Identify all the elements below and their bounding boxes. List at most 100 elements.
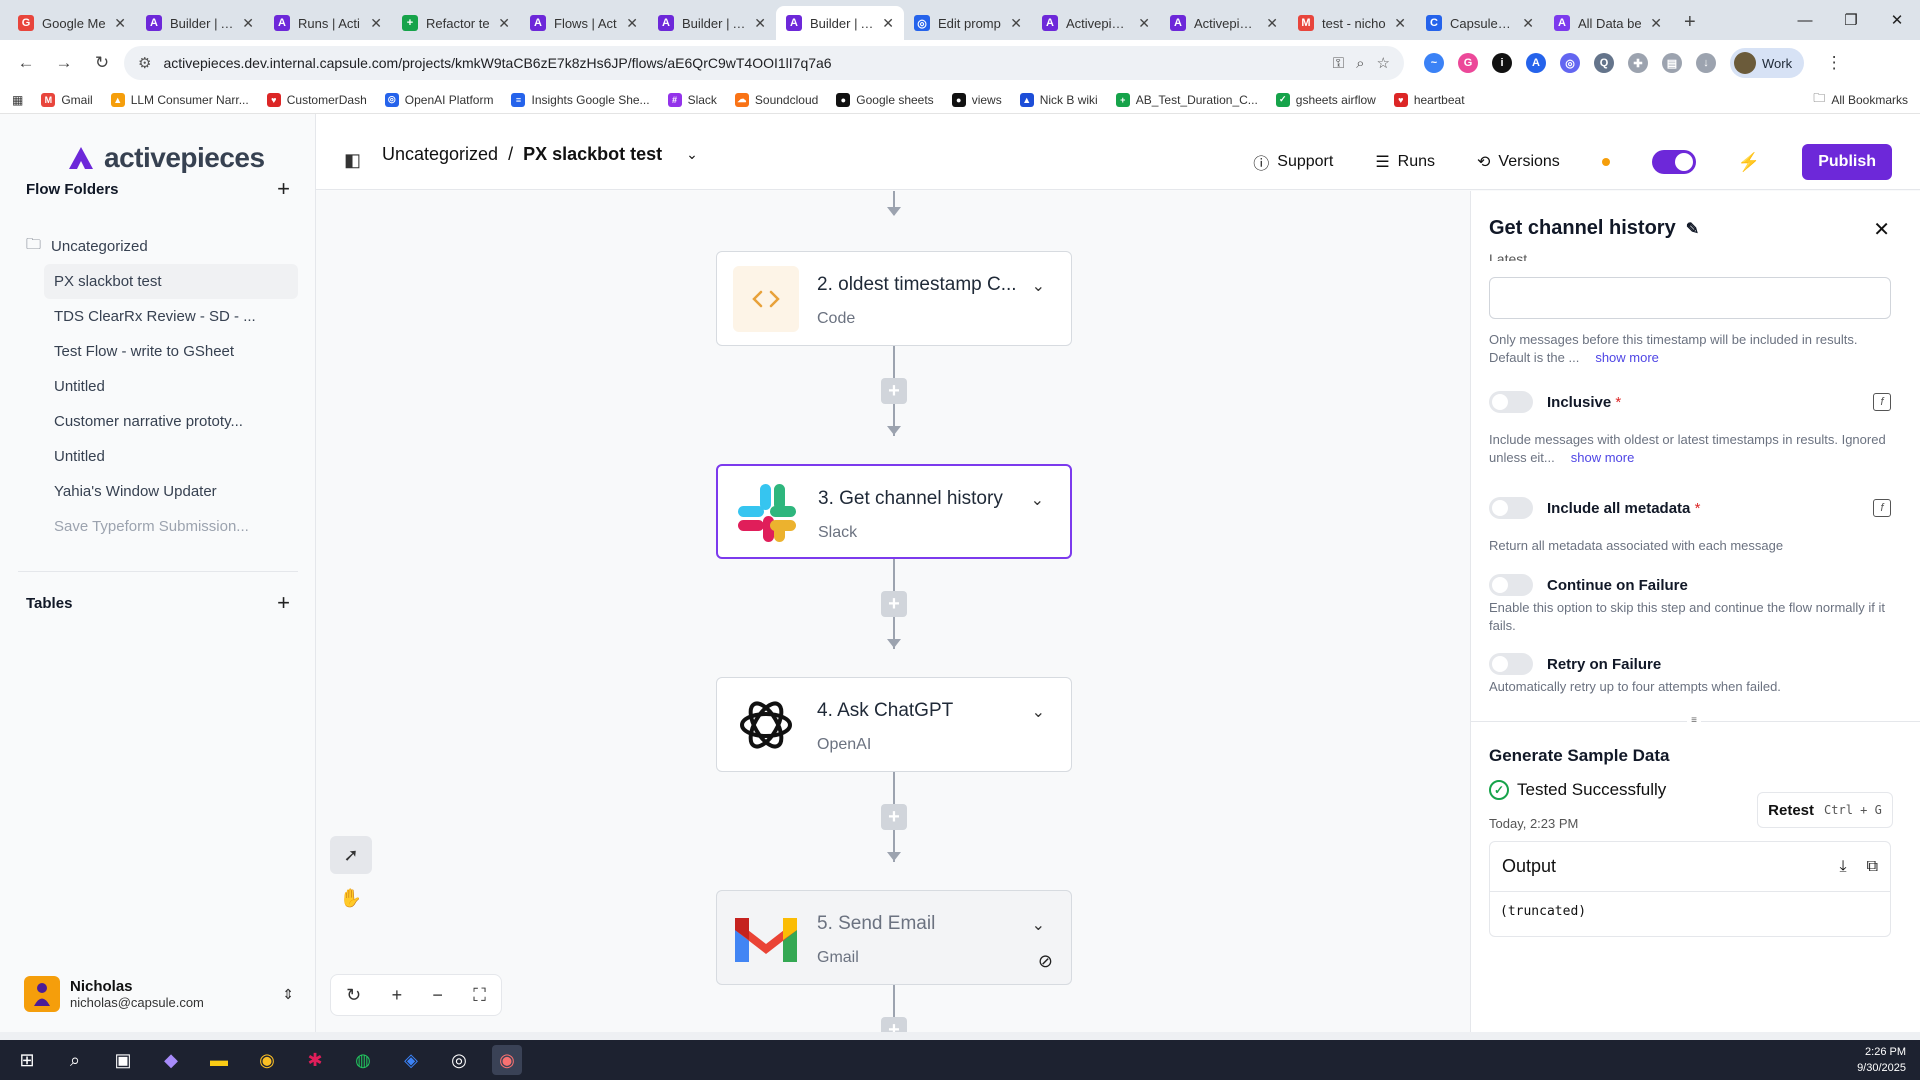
browser-tab[interactable]: A Builder | Ac ✕	[648, 6, 776, 40]
flow-step-slack[interactable]: 3. Get channel history Slack ⌄	[716, 464, 1072, 559]
close-window-icon[interactable]: ✕	[1874, 0, 1920, 40]
windows-start-icon[interactable]: ⊞	[12, 1045, 42, 1075]
sidebar-toggle-icon[interactable]: ◧	[344, 150, 361, 171]
flow-step-openai[interactable]: 4. Ask ChatGPT OpenAI ⌄	[716, 677, 1072, 772]
resize-grip-icon[interactable]: ≡	[1687, 716, 1701, 726]
sidebar-flow-item[interactable]: Customer narrative prototy...	[44, 404, 298, 439]
file-explorer-icon[interactable]: ▬	[204, 1045, 234, 1075]
flow-step-code[interactable]: 2. oldest timestamp C... Code ⌄	[716, 251, 1072, 346]
edit-pencil-icon[interactable]: ✎	[1686, 219, 1699, 239]
tab-close-icon[interactable]: ✕	[1394, 15, 1406, 32]
sidebar-flow-item[interactable]: Test Flow - write to GSheet	[44, 334, 298, 369]
flow-enabled-toggle[interactable]	[1651, 150, 1696, 174]
latest-input[interactable]	[1489, 277, 1891, 319]
fit-view-icon[interactable]: ⛶	[473, 985, 486, 1006]
forward-icon[interactable]: →	[48, 47, 80, 79]
system-clock[interactable]: 2:26 PM 9/30/2025	[1857, 1044, 1906, 1076]
bookmark-item[interactable]: M Gmail	[41, 92, 93, 107]
tab-close-icon[interactable]: ✕	[1650, 15, 1662, 32]
back-icon[interactable]: ←	[10, 47, 42, 79]
bookmark-item[interactable]: ♥ CustomerDash	[266, 92, 367, 107]
user-menu[interactable]: Nicholas nicholas@capsule.com ⇕	[24, 976, 294, 1012]
tab-close-icon[interactable]: ✕	[114, 15, 126, 32]
hand-tool-icon[interactable]: ✋	[330, 879, 372, 917]
bookmark-item[interactable]: ≡ Insights Google She...	[511, 92, 650, 107]
bookmark-item[interactable]: ✓ gsheets airflow	[1275, 92, 1376, 107]
breadcrumb-folder[interactable]: Uncategorized	[382, 144, 498, 165]
lightning-icon[interactable]: ⚡	[1738, 152, 1760, 173]
flow-canvas[interactable]: + + + + 2. oldest timestamp C... Code ⌄	[316, 191, 1470, 1032]
tab-close-icon[interactable]: ✕	[242, 15, 254, 32]
extension-icon[interactable]: Q	[1594, 53, 1614, 73]
browser-tab[interactable]: ◎ Edit promp ✕	[904, 6, 1032, 40]
add-step-button[interactable]: +	[881, 1017, 907, 1032]
continue-on-failure-toggle[interactable]	[1489, 574, 1533, 596]
chevron-down-icon[interactable]: ⌄	[1031, 490, 1044, 510]
sidebar-flow-item[interactable]: Save Typeform Submission...	[44, 509, 298, 544]
browser-tab[interactable]: A Activepiece ✕	[1032, 6, 1160, 40]
add-step-button[interactable]: +	[881, 378, 907, 404]
zoom-icon[interactable]: ⌕	[1356, 55, 1364, 72]
bookmark-item[interactable]: # Slack	[667, 92, 717, 107]
versions-button[interactable]: ⟲ Versions	[1477, 152, 1560, 172]
bookmark-item[interactable]: + AB_Test_Duration_C...	[1115, 92, 1258, 107]
add-step-button[interactable]: +	[881, 591, 907, 617]
tab-close-icon[interactable]: ✕	[1266, 15, 1278, 32]
tab-close-icon[interactable]: ✕	[498, 15, 510, 32]
tab-close-icon[interactable]: ✕	[882, 15, 894, 32]
chrome-icon[interactable]: ◉	[252, 1045, 282, 1075]
download-icon[interactable]: ↓	[1696, 53, 1716, 73]
tab-close-icon[interactable]: ✕	[626, 15, 638, 32]
browser-tab[interactable]: A Flows | Act ✕	[520, 6, 648, 40]
chevron-down-icon[interactable]: ⌄	[1032, 915, 1045, 935]
sidebar-flow-item[interactable]: PX slackbot test	[44, 264, 298, 299]
chrome-active-icon[interactable]: ◉	[492, 1045, 522, 1075]
bookmark-item[interactable]: ◎ OpenAI Platform	[384, 92, 493, 107]
formula-icon[interactable]: f	[1873, 499, 1891, 517]
extension-icon[interactable]: i	[1492, 53, 1512, 73]
extension-icon[interactable]: G	[1458, 53, 1478, 73]
browser-tab[interactable]: + Refactor te ✕	[392, 6, 520, 40]
app-icon[interactable]: ◎	[444, 1045, 474, 1075]
support-button[interactable]: ⓘ Support	[1253, 150, 1333, 174]
bookmark-item[interactable]: ● views	[951, 92, 1002, 107]
extension-icon[interactable]: ~	[1424, 53, 1444, 73]
tab-close-icon[interactable]: ✕	[370, 15, 382, 32]
sidebar-flow-item[interactable]: TDS ClearRx Review - SD - ...	[44, 299, 298, 334]
show-more-link[interactable]: show more	[1595, 350, 1659, 365]
inclusive-toggle[interactable]	[1489, 391, 1533, 413]
menu-kebab-icon[interactable]: ⋮	[1818, 47, 1850, 79]
reset-view-icon[interactable]: ↻	[346, 985, 361, 1006]
metadata-toggle[interactable]	[1489, 497, 1533, 519]
add-folder-icon[interactable]: +	[277, 176, 290, 202]
slack-app-icon[interactable]: ✱	[300, 1045, 330, 1075]
copy-icon[interactable]: ⧉	[1867, 858, 1878, 876]
password-key-icon[interactable]: ⚿	[1333, 55, 1344, 72]
tab-close-icon[interactable]: ✕	[754, 15, 766, 32]
sidebar-flow-item[interactable]: Yahia's Window Updater	[44, 474, 298, 509]
bookmark-item[interactable]: ● Google sheets	[836, 92, 934, 107]
zoom-in-icon[interactable]: +	[392, 985, 403, 1006]
tab-close-icon[interactable]: ✕	[1010, 15, 1022, 32]
retry-on-failure-toggle[interactable]	[1489, 653, 1533, 675]
copilot-icon[interactable]: ◆	[156, 1045, 186, 1075]
browser-tab[interactable]: A Builder | Ac ✕	[776, 6, 904, 40]
browser-tab[interactable]: C Capsule - C ✕	[1416, 6, 1544, 40]
runs-button[interactable]: ☰ Runs	[1375, 152, 1435, 172]
flow-name[interactable]: PX slackbot test	[523, 144, 662, 165]
restore-icon[interactable]: ❐	[1828, 0, 1874, 40]
browser-tab[interactable]: A Activepiece ✕	[1160, 6, 1288, 40]
publish-button[interactable]: Publish	[1802, 144, 1892, 180]
browser-tab[interactable]: A Builder | Ac ✕	[136, 6, 264, 40]
omnibox[interactable]: ⚙ activepieces.dev.internal.capsule.com/…	[124, 46, 1404, 80]
formula-icon[interactable]: f	[1873, 393, 1891, 411]
flow-step-gmail[interactable]: 5. Send Email Gmail ⌄ ⊘	[716, 890, 1072, 985]
browser-tab[interactable]: G Google Me ✕	[8, 6, 136, 40]
minimize-icon[interactable]: —	[1782, 0, 1828, 40]
browser-tab[interactable]: A All Data be ✕	[1544, 6, 1672, 40]
chevron-down-icon[interactable]: ⌄	[1032, 276, 1045, 296]
browser-tab[interactable]: Mtest - nicho ✕	[1288, 6, 1416, 40]
reload-icon[interactable]: ↻	[86, 47, 118, 79]
bookmark-star-icon[interactable]: ☆	[1377, 54, 1390, 72]
extensions-puzzle-icon[interactable]: ✚	[1628, 53, 1648, 73]
